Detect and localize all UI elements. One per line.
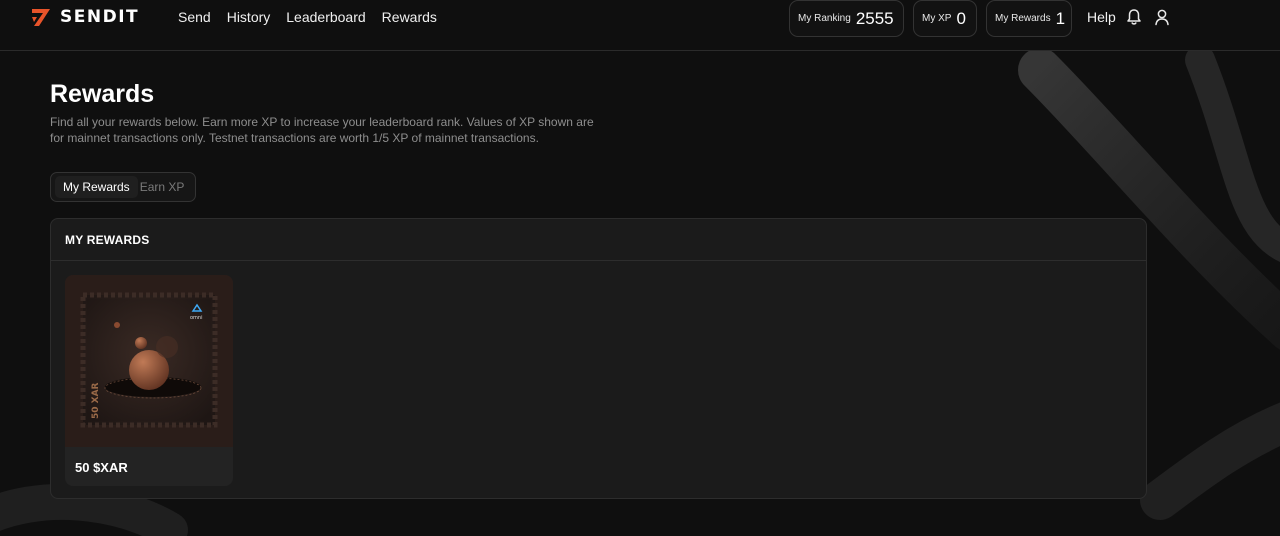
top-navigation-bar: SENDIT Send History Leaderboard Rewards …	[0, 0, 1280, 51]
nav-send[interactable]: Send	[178, 9, 211, 25]
reward-name: 50 $XAR	[75, 460, 128, 475]
brand-logo[interactable]: SENDIT	[30, 7, 139, 27]
my-rewards-value: 1	[1055, 8, 1066, 28]
panel-title: MY REWARDS	[65, 232, 150, 247]
bell-icon[interactable]	[1125, 8, 1143, 26]
tab-my-rewards[interactable]: My Rewards	[55, 176, 138, 198]
tab-earn-xp[interactable]: Earn XP	[138, 176, 193, 198]
my-xp-value: 0	[956, 8, 966, 28]
reward-card[interactable]: omni 50 XAR 50 $XAR	[65, 275, 233, 486]
my-ranking-stat[interactable]: My Ranking 2555	[789, 0, 904, 37]
sendit-logo-icon	[32, 9, 50, 26]
brand-name: SENDIT	[60, 7, 140, 27]
help-link[interactable]: Help	[1087, 9, 1116, 25]
my-ranking-label: My Ranking	[798, 13, 851, 24]
my-rewards-label: My Rewards	[995, 13, 1051, 24]
panel-header: MY REWARDS	[51, 219, 1146, 261]
stamp-brand-text: omni	[190, 315, 203, 321]
page-description: Find all your rewards below. Earn more X…	[50, 115, 594, 145]
my-ranking-value: 2555	[855, 8, 894, 28]
stamp-vertical-text: 50 XAR	[91, 382, 101, 419]
my-rewards-panel: MY REWARDS omni 50 XAR 50 $XAR	[50, 218, 1147, 499]
my-rewards-stat[interactable]: My Rewards 1	[986, 0, 1072, 37]
nav-rewards[interactable]: Rewards	[382, 9, 437, 25]
nav-leaderboard[interactable]: Leaderboard	[286, 9, 365, 25]
rewards-tabs: My Rewards Earn XP	[50, 172, 196, 202]
page-title: Rewards	[50, 80, 155, 108]
reward-stamp-image: omni 50 XAR	[65, 275, 233, 447]
main-nav: Send History Leaderboard Rewards	[178, 9, 437, 25]
nav-history[interactable]: History	[227, 9, 271, 25]
my-xp-label: My XP	[922, 13, 952, 24]
my-xp-stat[interactable]: My XP 0	[913, 0, 977, 37]
user-profile-icon[interactable]	[1153, 8, 1171, 26]
